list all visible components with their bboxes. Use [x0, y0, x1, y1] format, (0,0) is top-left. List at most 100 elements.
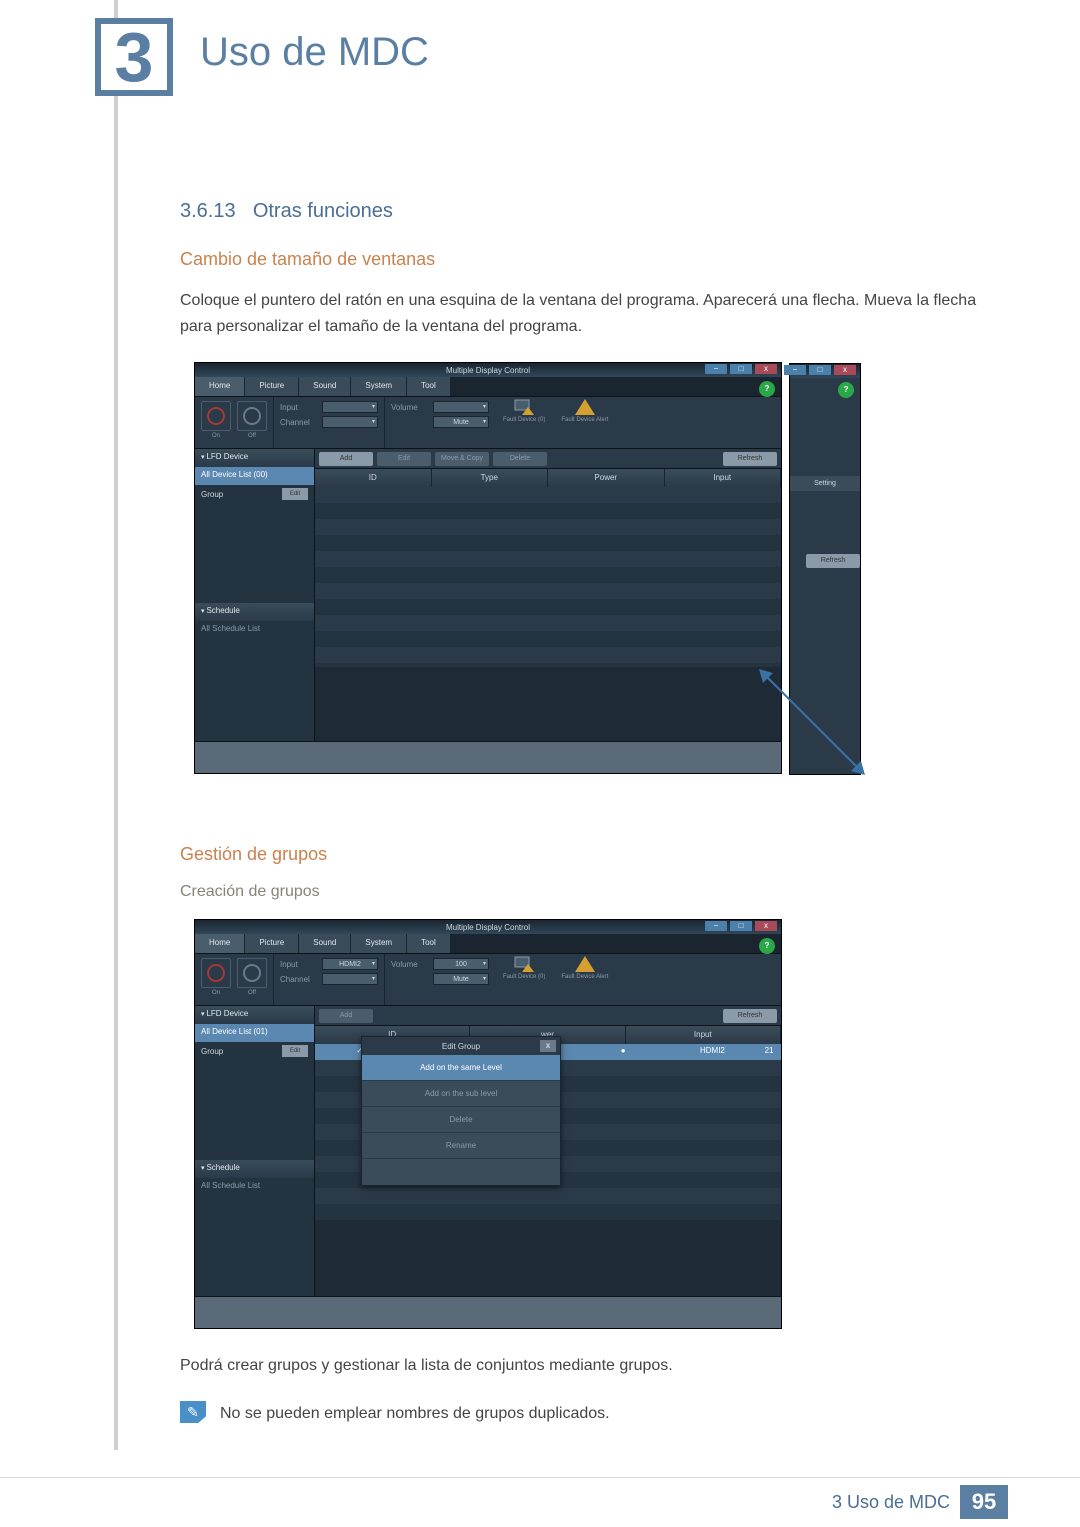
- tab-sound[interactable]: Sound: [299, 377, 351, 396]
- page-number: 95: [960, 1485, 1008, 1519]
- help-icon[interactable]: ?: [759, 381, 775, 397]
- slice-close[interactable]: x: [834, 365, 856, 375]
- slice-min[interactable]: −: [784, 365, 806, 375]
- close-button-2[interactable]: x: [755, 921, 777, 931]
- slice-col-setting: Setting: [790, 476, 860, 491]
- volume-field[interactable]: [433, 401, 489, 413]
- maximize-button[interactable]: □: [730, 364, 752, 374]
- titlebar: Multiple Display Control − □ x: [195, 363, 781, 377]
- edit-button[interactable]: Edit: [377, 452, 431, 466]
- section-title: Otras funciones: [253, 200, 393, 222]
- sidebar-group-label-2: Group: [201, 1047, 223, 1056]
- sidebar-lfd-device[interactable]: LFD Device: [195, 449, 314, 467]
- refresh-button-2[interactable]: Refresh: [723, 1009, 777, 1023]
- subsection-create-groups-title: Creación de grupos: [180, 883, 980, 901]
- footer: 3 Uso de MDC 95: [0, 1477, 1080, 1527]
- power-on-button-2[interactable]: [201, 958, 231, 988]
- channel-label: Channel: [280, 418, 318, 427]
- dialog-titlebar: Edit Group x: [362, 1037, 560, 1055]
- power-off-label: Off: [237, 433, 267, 439]
- tab-sound-2[interactable]: Sound: [299, 934, 351, 953]
- sidebar-schedule-2[interactable]: Schedule: [195, 1160, 314, 1178]
- app-title: Multiple Display Control: [446, 366, 530, 375]
- dialog-title: Edit Group: [442, 1042, 480, 1051]
- fault-device-label-2: Fault Device (0): [503, 974, 545, 980]
- tab-home[interactable]: Home: [195, 377, 245, 396]
- tab-picture[interactable]: Picture: [245, 377, 299, 396]
- col-type: Type: [432, 469, 549, 487]
- close-button[interactable]: x: [755, 364, 777, 374]
- mdc-window-screenshot-1: Multiple Display Control − □ x ? Home Pi…: [194, 362, 782, 774]
- group-edit-button-2[interactable]: Edit: [282, 1045, 308, 1057]
- tab-system-2[interactable]: System: [351, 934, 407, 953]
- delete-button[interactable]: Delete: [493, 452, 547, 466]
- col-input-2: Input: [626, 1026, 781, 1044]
- fault-alert[interactable]: Fault Device Alert: [553, 397, 616, 448]
- input-dropdown[interactable]: [322, 401, 378, 413]
- channel-dropdown[interactable]: [322, 416, 378, 428]
- popup-add-sub-level[interactable]: Add on the sub level: [362, 1081, 560, 1107]
- power-off-button-2[interactable]: [237, 958, 267, 988]
- volume-field-2[interactable]: 100: [433, 958, 489, 970]
- slice-max[interactable]: □: [809, 365, 831, 375]
- sidebar-all-schedule-list-2[interactable]: All Schedule List: [195, 1178, 314, 1196]
- col-power: Power: [548, 469, 665, 487]
- help-icon-2[interactable]: ?: [759, 938, 775, 954]
- slice-help-icon[interactable]: ?: [838, 382, 854, 398]
- monitor-warning-icon: [514, 399, 534, 417]
- bottom-panel: [195, 741, 781, 773]
- left-margin-rule: [114, 0, 118, 1450]
- sidebar-lfd-device-2[interactable]: LFD Device: [195, 1006, 314, 1024]
- refresh-button[interactable]: Refresh: [723, 452, 777, 466]
- sidebar-all-device-list-2[interactable]: All Device List (01): [195, 1024, 314, 1042]
- tab-tool-2[interactable]: Tool: [407, 934, 451, 953]
- input-label-2: Input: [280, 960, 318, 969]
- mute-button[interactable]: Mute: [433, 416, 489, 428]
- row-num: 21: [757, 1044, 781, 1060]
- add-button[interactable]: Add: [319, 452, 373, 466]
- tab-picture-2[interactable]: Picture: [245, 934, 299, 953]
- group-edit-button[interactable]: Edit: [282, 488, 308, 500]
- table-body: [315, 487, 781, 667]
- subsection-resize-title: Cambio de tamaño de ventanas: [180, 249, 980, 270]
- chapter-title: Uso de MDC: [200, 30, 429, 75]
- monitor-warning-icon-2: [514, 956, 534, 974]
- col-id: ID: [315, 469, 432, 487]
- fault-alert-2[interactable]: Fault Device Alert: [553, 954, 616, 1005]
- input-dropdown-2[interactable]: HDMI2: [322, 958, 378, 970]
- sidebar: LFD Device All Device List (00) Group Ed…: [195, 449, 315, 741]
- tab-home-2[interactable]: Home: [195, 934, 245, 953]
- maximize-button-2[interactable]: □: [730, 921, 752, 931]
- popup-add-same-level[interactable]: Add on the same Level: [362, 1055, 560, 1081]
- sidebar-all-schedule-list[interactable]: All Schedule List: [195, 621, 314, 639]
- row-input-val: HDMI2: [668, 1044, 757, 1060]
- dialog-close-button[interactable]: x: [540, 1040, 556, 1052]
- sidebar-schedule[interactable]: Schedule: [195, 603, 314, 621]
- power-on-label: On: [201, 433, 231, 439]
- popup-rename[interactable]: Rename: [362, 1133, 560, 1159]
- power-off-button[interactable]: [237, 401, 267, 431]
- main-view: Add Edit Move & Copy Delete Refresh ID T…: [315, 449, 781, 741]
- resize-body: Coloque el puntero del ratón en una esqu…: [180, 288, 980, 340]
- subsection-groups-title: Gestión de grupos: [180, 844, 980, 865]
- tab-system[interactable]: System: [351, 377, 407, 396]
- sidebar-group-label: Group: [201, 490, 223, 499]
- note-icon: ✎: [180, 1401, 206, 1423]
- minimize-button-2[interactable]: −: [705, 921, 727, 931]
- main-tabs: Home Picture Sound System Tool: [195, 377, 781, 397]
- move-copy-button[interactable]: Move & Copy: [435, 452, 489, 466]
- fault-device-2[interactable]: Fault Device (0): [495, 954, 553, 1005]
- on-label-2: On: [201, 990, 231, 996]
- sidebar-all-device-list[interactable]: All Device List (00): [195, 467, 314, 485]
- fault-alert-label-2: Fault Device Alert: [561, 974, 608, 980]
- channel-dropdown-2[interactable]: [322, 973, 378, 985]
- tab-tool[interactable]: Tool: [407, 377, 451, 396]
- minimize-button[interactable]: −: [705, 364, 727, 374]
- mute-button-2[interactable]: Mute: [433, 973, 489, 985]
- fault-device-label: Fault Device (0): [503, 417, 545, 423]
- slice-refresh-button[interactable]: Refresh: [806, 554, 860, 568]
- fault-device[interactable]: Fault Device (0): [495, 397, 553, 448]
- add-button-2[interactable]: Add: [319, 1009, 373, 1023]
- popup-delete[interactable]: Delete: [362, 1107, 560, 1133]
- power-on-button[interactable]: [201, 401, 231, 431]
